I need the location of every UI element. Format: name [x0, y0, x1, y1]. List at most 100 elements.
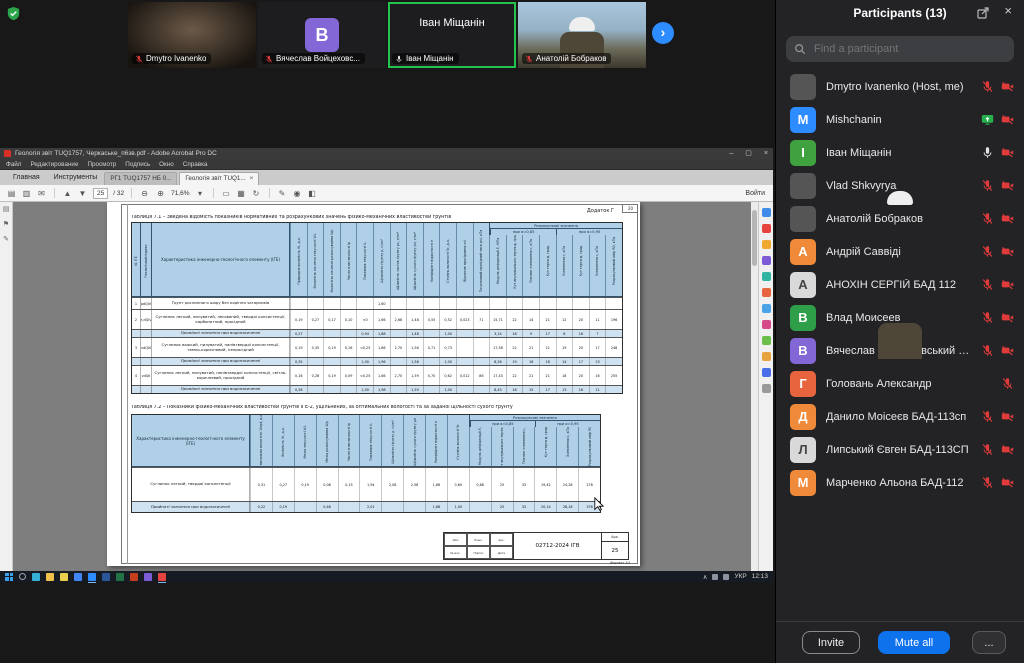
menu-item[interactable]: Редактирование	[30, 161, 78, 168]
document-canvas[interactable]: Додаток Г 20 Таблиця 7.1 – Зведена відом…	[13, 202, 751, 571]
video-tile[interactable]: Іван Міщанін Іван Міщанін	[388, 2, 516, 68]
taskbar-app-icon[interactable]	[46, 573, 54, 581]
tray-chevron-icon[interactable]: ∧	[703, 573, 708, 581]
taskbar-app-icon[interactable]	[116, 573, 124, 581]
page-nav-icon[interactable]: ▲	[62, 188, 73, 199]
taskbar-app-icon[interactable]	[88, 573, 96, 581]
participant-name: Андрій Саввіді	[826, 246, 975, 258]
participant-status-icons	[981, 113, 1014, 126]
nav-pane-icon[interactable]: ⚑	[3, 221, 9, 229]
zoom-dropdown-caret-icon[interactable]: ▾	[195, 188, 206, 199]
taskbar-app-icon[interactable]	[144, 573, 152, 581]
nav-tab[interactable]: Инструменты	[47, 171, 105, 185]
tray-network-icon[interactable]	[712, 574, 718, 580]
language-indicator[interactable]: УКР	[734, 573, 746, 580]
taskbar-app-icon[interactable]	[32, 573, 40, 581]
start-button-icon[interactable]	[5, 573, 13, 581]
participant-row[interactable]: Анатолій Бобраков	[776, 202, 1024, 235]
file-tool-icon[interactable]: ✉	[36, 188, 47, 199]
menu-item[interactable]: Справка	[183, 161, 208, 168]
tool-pane-icon[interactable]	[762, 288, 771, 297]
nav-pane-icon[interactable]: ▤	[3, 206, 10, 214]
participant-row[interactable]: А Андрій Саввіді	[776, 235, 1024, 268]
video-tile[interactable]: Анатолій Бобраков	[518, 2, 646, 68]
annotation-tool-icon[interactable]: ◉	[292, 188, 303, 199]
popout-icon[interactable]	[976, 6, 990, 20]
tray-volume-icon[interactable]	[723, 574, 729, 580]
zoom-out-icon[interactable]: ⊖	[139, 188, 150, 199]
view-mode-icon[interactable]: ▦	[236, 188, 247, 199]
menu-item[interactable]: Просмотр	[87, 161, 116, 168]
avatar-initial: Д	[798, 409, 807, 424]
participant-row[interactable]: А АНОХІН СЕРГІЙ БАД 112	[776, 268, 1024, 301]
tool-pane-icon[interactable]	[762, 304, 771, 313]
tool-pane-icon[interactable]	[762, 256, 771, 265]
nav-tab[interactable]: Главная	[6, 171, 47, 185]
nav-pane-icon[interactable]: ✎	[3, 236, 9, 244]
participant-row[interactable]: M Mishchanin	[776, 103, 1024, 136]
video-tile[interactable]: Dmytro Ivanenko	[128, 2, 256, 68]
participant-search[interactable]	[786, 36, 1014, 62]
annotation-tool-icon[interactable]: ✎	[277, 188, 288, 199]
taskbar-app-icon[interactable]	[60, 573, 68, 581]
close-icon[interactable]: ×	[764, 148, 768, 159]
participant-row[interactable]: Д Данило Моісеєв БАД-113сп	[776, 400, 1024, 433]
tool-pane-icon[interactable]	[762, 336, 771, 345]
tool-pane-icon[interactable]	[762, 368, 771, 377]
taskbar-app-icon[interactable]	[74, 573, 82, 581]
tool-pane-icon[interactable]	[762, 272, 771, 281]
document-tab[interactable]: Геологія звіт TUQ1...×	[179, 172, 259, 185]
participant-row[interactable]: Л Липський Євген БАД-113СП	[776, 433, 1024, 466]
page-number-input[interactable]: 25	[93, 188, 108, 199]
mute-all-button[interactable]: Mute all	[878, 631, 950, 654]
participant-name: Влад Моисеев	[826, 312, 975, 324]
file-tool-icon[interactable]: ▥	[21, 188, 32, 199]
shared-desktop: Геологія звіт TUQ1757, Черкаське_п6зв.pd…	[0, 148, 773, 582]
file-tool-icon[interactable]: ▤	[6, 188, 17, 199]
participant-row[interactable]: І Іван Міщанін	[776, 136, 1024, 169]
participant-row[interactable]: Г Головань Александр	[776, 367, 1024, 400]
tool-pane-icon[interactable]	[762, 384, 771, 393]
search-input[interactable]	[812, 42, 1006, 56]
video-tile[interactable]: В Вячеслав Войцеховс...	[258, 2, 386, 68]
taskbar-app-icon[interactable]	[102, 573, 110, 581]
minimize-icon[interactable]: –	[729, 148, 733, 159]
taskbar-app-icon[interactable]	[130, 573, 138, 581]
tab-close-icon[interactable]: ×	[250, 173, 254, 185]
view-mode-icon[interactable]: ▭	[221, 188, 232, 199]
vertical-scrollbar[interactable]	[751, 202, 758, 571]
menu-item[interactable]: Окно	[159, 161, 174, 168]
invite-button[interactable]: Invite	[802, 631, 860, 654]
page-nav-icon[interactable]: ▼	[77, 188, 88, 199]
menu-item[interactable]: Файл	[6, 161, 21, 168]
participant-status-icons	[981, 80, 1014, 93]
next-participants-button[interactable]: ›	[652, 22, 674, 44]
sign-in-link[interactable]: Войти	[745, 190, 765, 197]
tool-pane-icon[interactable]	[762, 208, 771, 217]
zoom-level[interactable]: 71,6%	[171, 190, 189, 197]
tool-pane-icon[interactable]	[762, 240, 771, 249]
taskbar-app-icon[interactable]	[158, 573, 166, 581]
clock[interactable]: 12:13	[752, 573, 768, 580]
document-tab[interactable]: РГ1 TUQ1757 НБ 0...	[104, 172, 177, 185]
menu-item[interactable]: Подпись	[125, 161, 150, 168]
taskbar-search-icon[interactable]	[19, 573, 26, 580]
avatar-initial: В	[798, 343, 807, 358]
tool-pane-icon[interactable]	[762, 352, 771, 361]
maximize-icon[interactable]: ▢	[745, 148, 752, 159]
meeting-security-shield-icon[interactable]	[6, 6, 21, 21]
view-mode-icon[interactable]: ↻	[251, 188, 262, 199]
participants-panel: Participants (13) × Dmytro Ivanenko (Hos…	[775, 0, 1024, 663]
tool-pane-icon[interactable]	[762, 224, 771, 233]
close-icon[interactable]: ×	[1004, 3, 1012, 18]
zoom-in-icon[interactable]: ⊕	[155, 188, 166, 199]
scrollbar-thumb[interactable]	[752, 210, 757, 266]
participant-status-icons	[981, 410, 1014, 423]
participant-name: АНОХІН СЕРГІЙ БАД 112	[826, 279, 975, 291]
annotation-tool-icon[interactable]: ◧	[307, 188, 318, 199]
participant-row[interactable]: Dmytro Ivanenko (Host, me)	[776, 70, 1024, 103]
pdf-page: Додаток Г 20 Таблиця 7.1 – Зведена відом…	[107, 202, 640, 566]
more-options-button[interactable]: ...	[972, 631, 1006, 654]
tool-pane-icon[interactable]	[762, 320, 771, 329]
participant-row[interactable]: М Марченко Альона БАД-112	[776, 466, 1024, 499]
